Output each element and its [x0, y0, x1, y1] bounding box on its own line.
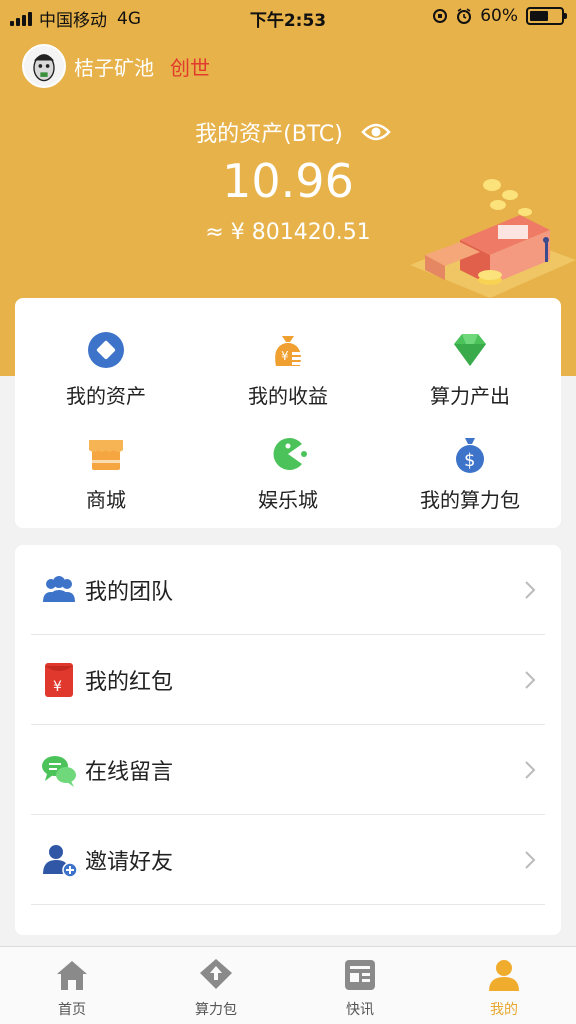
grid-label: 娱乐城: [258, 488, 318, 512]
tab-news[interactable]: 快讯: [288, 957, 432, 1019]
grid-label: 我的资产: [66, 384, 146, 408]
chevron-right-icon: [525, 580, 536, 599]
grid-item-mall[interactable]: 商城: [15, 434, 197, 513]
menu-list: 我的团队 ¥ 我的红包 在线留言 邀请好友: [15, 545, 561, 935]
tab-label: 算力包: [195, 1002, 237, 1018]
team-icon: [43, 575, 75, 602]
grid-item-my-hashrate-pack[interactable]: $ 我的算力包: [379, 434, 561, 513]
grid-label: 算力产出: [430, 384, 510, 408]
dollar-bag-icon: $: [456, 438, 484, 473]
person-icon: [489, 960, 519, 991]
tab-label: 快讯: [346, 1002, 374, 1018]
rotation-lock-icon: [433, 9, 448, 23]
svg-text:$: $: [464, 450, 475, 471]
list-item-online-message[interactable]: 在线留言: [31, 725, 545, 815]
status-bar: 中国移动 4G 下午2:53 60%: [0, 0, 576, 34]
grid-label: 我的收益: [248, 384, 328, 408]
grid-item-entertainment[interactable]: 娱乐城: [197, 434, 379, 513]
shop-icon: [89, 440, 123, 470]
diamond-circle-icon: [88, 332, 124, 368]
status-right: 60%: [432, 6, 567, 26]
list-label: 我的团队: [85, 579, 174, 605]
list-item-my-red-envelope[interactable]: ¥ 我的红包: [31, 635, 545, 725]
asset-label-row: 我的资产(BTC): [0, 116, 576, 148]
money-bag-icon: ¥: [275, 336, 304, 366]
list-label: 我的红包: [85, 669, 174, 695]
svg-text:¥: ¥: [281, 349, 289, 363]
invite-user-icon: [43, 844, 78, 878]
grid-item-my-earnings[interactable]: ¥ 我的收益: [197, 330, 379, 409]
eye-icon[interactable]: [361, 122, 391, 142]
home-icon: [57, 961, 87, 990]
tab-hashrate-pack[interactable]: 算力包: [144, 957, 288, 1019]
tab-home[interactable]: 首页: [0, 957, 144, 1019]
list-label: 在线留言: [85, 759, 174, 785]
battery-icon: [526, 7, 567, 25]
gem-icon: [454, 334, 486, 366]
tab-label: 首页: [58, 1002, 86, 1018]
list-item-invite-friends[interactable]: 邀请好友: [31, 815, 545, 905]
grid-label: 我的算力包: [420, 488, 520, 512]
chevron-right-icon: [525, 670, 536, 689]
asset-label: 我的资产(BTC): [195, 122, 343, 147]
upload-tag-icon: [200, 959, 232, 989]
grid-item-hashrate-output[interactable]: 算力产出: [379, 330, 561, 409]
red-envelope-icon: ¥: [45, 662, 73, 697]
user-level-tag: 创世: [170, 55, 210, 80]
battery-fill: [530, 11, 548, 21]
user-profile[interactable]: 桔子矿池 创世: [22, 44, 210, 88]
chevron-right-icon: [525, 850, 536, 869]
list-label: 邀请好友: [85, 849, 174, 875]
list-item-my-team[interactable]: 我的团队: [31, 545, 545, 635]
avatar[interactable]: [22, 44, 66, 88]
feature-grid: 我的资产 ¥ 我的收益 算力产出 商城 娱乐城 $ 我的算力包: [15, 298, 561, 528]
tab-label: 我的: [490, 1002, 518, 1018]
mining-illustration: [410, 179, 576, 298]
chevron-right-icon: [525, 760, 536, 779]
news-icon: [345, 960, 375, 990]
svg-text:¥: ¥: [53, 679, 62, 695]
bottom-tab-bar: 首页 算力包 快讯 我的: [0, 946, 576, 1024]
chat-icon: [42, 755, 76, 787]
alarm-icon: [457, 8, 472, 24]
pacman-icon: [273, 438, 307, 470]
username: 桔子矿池: [74, 55, 154, 80]
tab-mine[interactable]: 我的: [432, 957, 576, 1019]
battery-percent: 60%: [480, 6, 518, 26]
grid-label: 商城: [86, 488, 126, 512]
grid-item-my-assets[interactable]: 我的资产: [15, 330, 197, 409]
